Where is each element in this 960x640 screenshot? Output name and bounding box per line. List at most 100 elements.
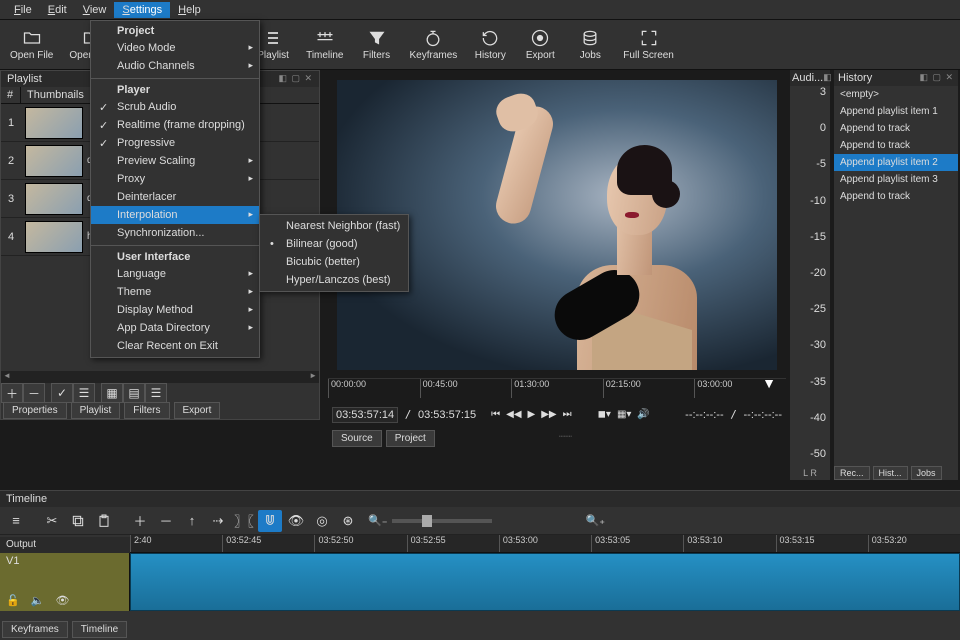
out-timecode: --:--:--:--: [744, 409, 782, 421]
append-icon[interactable]: ＋: [128, 510, 152, 532]
history-panel: History◧ ▢ ✕ <empty> Append playlist ite…: [834, 70, 958, 480]
menu-video-mode[interactable]: Video Mode: [91, 39, 259, 57]
menu-deinterlacer[interactable]: Deinterlacer: [91, 188, 259, 206]
remove-button[interactable]: －: [23, 383, 45, 403]
current-timecode[interactable]: 03:53:57:14: [332, 407, 398, 423]
history-item[interactable]: Append to track: [834, 120, 958, 137]
playlist-toolbar: ＋ － ✓ ☰ ▦ ▤ ☰: [1, 383, 319, 403]
dock-controls[interactable]: ◧ ▢ ✕: [919, 72, 954, 84]
snap-icon[interactable]: [258, 510, 282, 532]
detail-view-button[interactable]: ☰: [145, 383, 167, 403]
menu-display-method[interactable]: Display Method: [91, 301, 259, 319]
tiles-view-button[interactable]: ▤: [123, 383, 145, 403]
volume-icon[interactable]: 🔊: [634, 409, 652, 420]
scrub-icon[interactable]: 👁: [284, 510, 308, 532]
menu-realtime[interactable]: Realtime (frame dropping): [91, 116, 259, 134]
tab-source[interactable]: Source: [332, 430, 382, 447]
menu-interpolation[interactable]: Interpolation: [91, 206, 259, 224]
history-item[interactable]: <empty>: [834, 86, 958, 103]
menu-scrub-audio[interactable]: Scrub Audio: [91, 98, 259, 116]
grid-button[interactable]: ▦▾: [614, 409, 634, 420]
menu-audio-channels[interactable]: Audio Channels: [91, 57, 259, 75]
zoom-slider[interactable]: 🔍₋ 🔍₊: [368, 514, 605, 527]
list-view-button[interactable]: ☰: [73, 383, 95, 403]
next-frame-icon[interactable]: ▶▶: [538, 409, 559, 420]
zoom-in-icon[interactable]: 🔍₊: [586, 514, 606, 527]
interp-nearest[interactable]: Nearest Neighbor (fast): [260, 217, 408, 235]
preview-ruler[interactable]: 00:00:00 00:45:00 01:30:00 02:15:00 03:0…: [328, 378, 786, 398]
timeline-clip[interactable]: [130, 553, 960, 611]
menu-view[interactable]: View: [75, 2, 115, 18]
tab-playlist[interactable]: Playlist: [71, 402, 121, 419]
interp-bilinear[interactable]: Bilinear (good): [260, 235, 408, 253]
check-button[interactable]: ✓: [51, 383, 73, 403]
timeline-title: Timeline: [0, 491, 960, 507]
dock-controls[interactable]: ◧ ▢ ✕: [278, 73, 313, 85]
tab-history[interactable]: Hist...: [873, 466, 908, 480]
keyframes-button[interactable]: Keyframes: [404, 26, 464, 63]
copy-icon[interactable]: [66, 510, 90, 532]
audio-title: Audi...: [792, 72, 823, 84]
prev-frame-icon[interactable]: ◀◀: [503, 409, 524, 420]
tab-export[interactable]: Export: [174, 402, 221, 419]
paste-icon[interactable]: [92, 510, 116, 532]
tab-properties[interactable]: Properties: [3, 402, 67, 419]
skip-end-icon[interactable]: ⏭: [560, 409, 575, 420]
track-header[interactable]: V1 🔓 🔈 👁: [0, 553, 130, 611]
add-button[interactable]: ＋: [1, 383, 23, 403]
tab-jobs[interactable]: Jobs: [911, 466, 942, 480]
split-icon[interactable]: 〗〖: [232, 510, 256, 532]
overwrite-icon[interactable]: ⇢: [206, 510, 230, 532]
tab-timeline[interactable]: Timeline: [72, 621, 127, 638]
tab-keyframes[interactable]: Keyframes: [2, 621, 68, 638]
history-item[interactable]: Append to track: [834, 137, 958, 154]
timeline-button[interactable]: Timeline: [300, 26, 349, 63]
menu-synchronization[interactable]: Synchronization...: [91, 224, 259, 242]
menu-icon[interactable]: ≡: [4, 510, 28, 532]
menu-language[interactable]: Language: [91, 265, 259, 283]
menu-clear-recent[interactable]: Clear Recent on Exit: [91, 337, 259, 355]
ripple-icon[interactable]: ◎: [310, 510, 334, 532]
history-button[interactable]: History: [467, 26, 513, 63]
grid-view-button[interactable]: ▦: [101, 383, 123, 403]
export-button[interactable]: Export: [517, 26, 563, 63]
menu-preview-scaling[interactable]: Preview Scaling: [91, 152, 259, 170]
play-icon[interactable]: ▶: [525, 409, 539, 420]
lift-icon[interactable]: ↑: [180, 510, 204, 532]
eye-icon[interactable]: 👁: [56, 595, 74, 607]
lock-icon[interactable]: 🔓: [6, 595, 24, 607]
menu-settings[interactable]: Settings: [114, 2, 170, 18]
tab-project[interactable]: Project: [386, 430, 435, 447]
mute-icon[interactable]: 🔈: [31, 595, 49, 607]
video-track[interactable]: V1 🔓 🔈 👁: [0, 553, 960, 611]
menu-help[interactable]: Help: [170, 2, 209, 18]
toggle-button[interactable]: ◼▾: [595, 409, 614, 420]
menu-theme[interactable]: Theme: [91, 283, 259, 301]
ripple-all-icon[interactable]: ⊛: [336, 510, 360, 532]
menu-proxy[interactable]: Proxy: [91, 170, 259, 188]
grip-icon[interactable]: ┈┈: [559, 430, 572, 447]
menu-edit[interactable]: Edit: [40, 2, 75, 18]
menu-app-data-dir[interactable]: App Data Directory: [91, 319, 259, 337]
fullscreen-button[interactable]: Full Screen: [617, 26, 680, 63]
tab-filters[interactable]: Filters: [124, 402, 169, 419]
jobs-button[interactable]: Jobs: [567, 26, 613, 63]
history-item[interactable]: Append playlist item 2: [834, 154, 958, 171]
cut-icon[interactable]: ✂: [40, 510, 64, 532]
playhead-icon[interactable]: ▼: [762, 375, 776, 391]
interp-lanczos[interactable]: Hyper/Lanczos (best): [260, 271, 408, 289]
total-timecode: 03:53:57:15: [418, 409, 476, 421]
remove-icon[interactable]: －: [154, 510, 178, 532]
zoom-out-icon[interactable]: 🔍₋: [368, 514, 388, 527]
interp-bicubic[interactable]: Bicubic (better): [260, 253, 408, 271]
history-item[interactable]: Append playlist item 1: [834, 103, 958, 120]
timeline-ruler[interactable]: 2:4003:52:4503:52:50 03:52:5503:53:0003:…: [130, 535, 960, 553]
tab-recent[interactable]: Rec...: [834, 466, 870, 480]
menu-progressive[interactable]: Progressive: [91, 134, 259, 152]
skip-start-icon[interactable]: ⏮: [488, 409, 503, 420]
filters-button[interactable]: Filters: [354, 26, 400, 63]
menu-file[interactable]: File: [6, 2, 40, 18]
history-item[interactable]: Append to track: [834, 188, 958, 205]
history-item[interactable]: Append playlist item 3: [834, 171, 958, 188]
open-file-button[interactable]: Open File: [4, 26, 59, 63]
